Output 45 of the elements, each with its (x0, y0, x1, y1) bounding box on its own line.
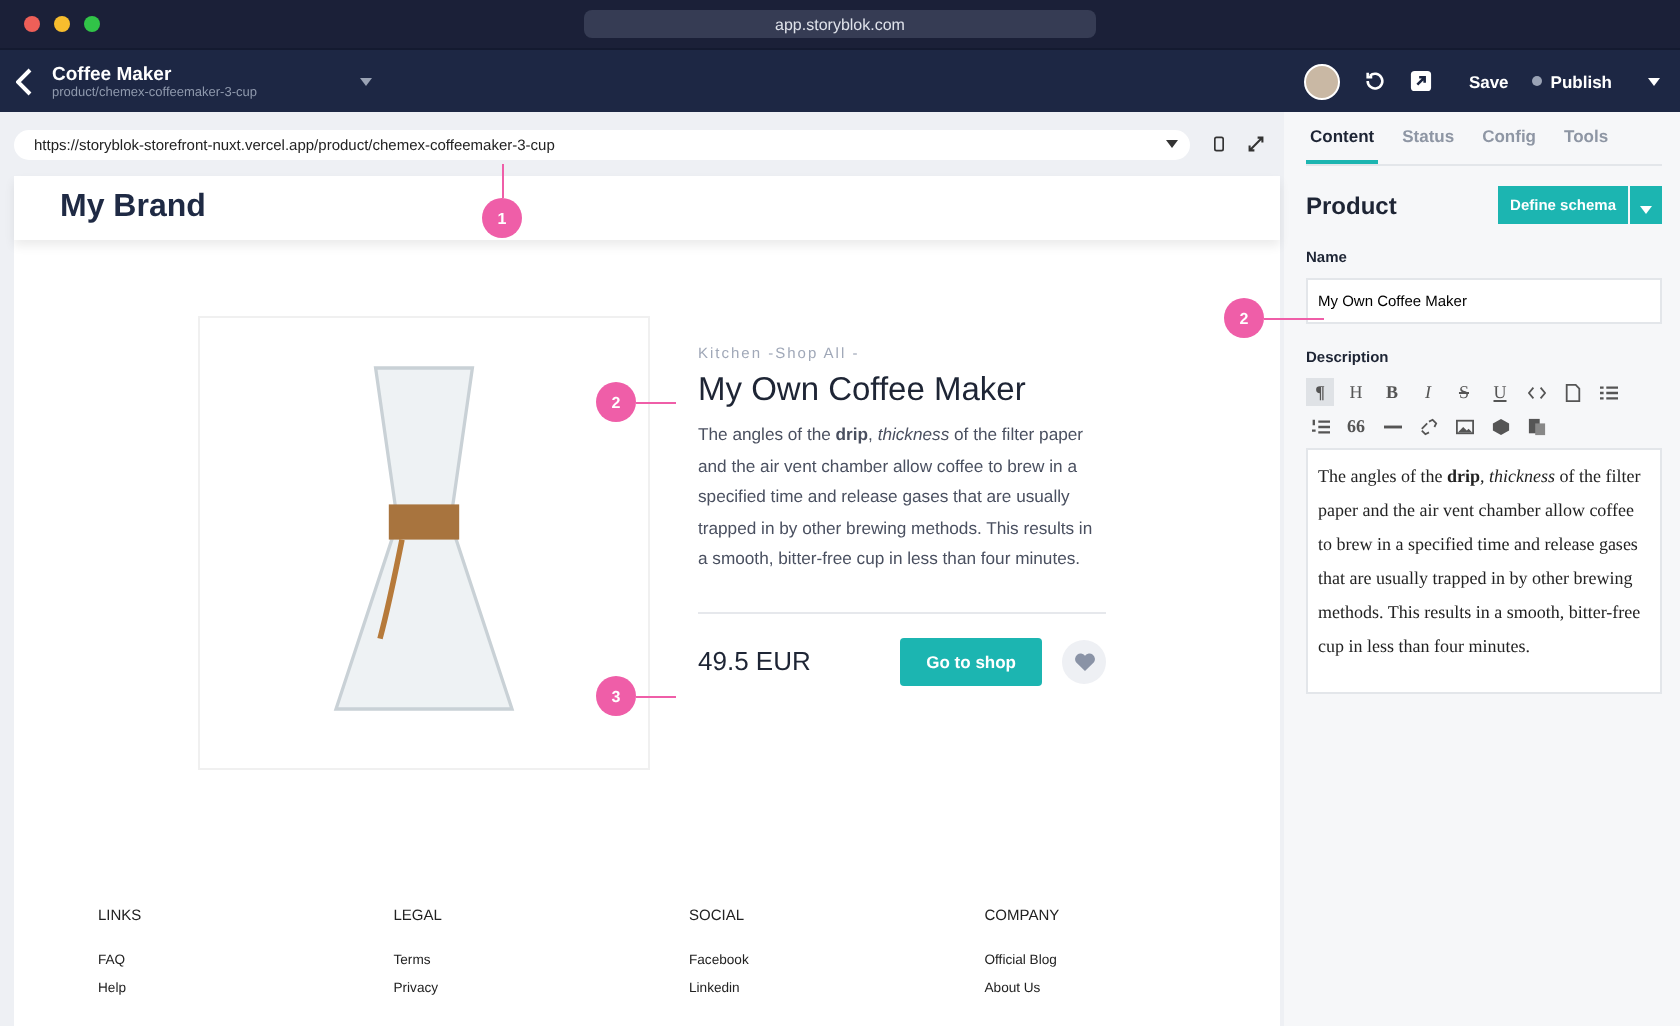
caret-icon (1640, 206, 1652, 214)
paste-icon (1527, 417, 1545, 435)
format-button[interactable]: ¶ (1306, 378, 1334, 406)
caret-icon[interactable] (360, 77, 373, 85)
caret-icon[interactable] (1648, 77, 1660, 85)
numbered-list-icon (1311, 417, 1329, 435)
save-button[interactable]: Save (1468, 71, 1509, 91)
favorite-button[interactable] (1062, 639, 1106, 683)
brand-logo[interactable]: My Brand (60, 190, 206, 226)
avatar[interactable] (1304, 63, 1341, 99)
mobile-icon[interactable] (1214, 136, 1224, 152)
document-icon (1563, 383, 1581, 401)
close-window-button[interactable] (24, 16, 40, 32)
link-icon (1419, 417, 1437, 435)
story-title: Coffee Maker (52, 63, 174, 85)
publish-button[interactable]: Publish (1532, 71, 1612, 91)
heart-icon (1073, 651, 1095, 671)
format-button[interactable]: H (1342, 378, 1370, 406)
product-price: 49.5 EUR (698, 646, 813, 676)
minimize-window-button[interactable] (54, 16, 70, 32)
image-icon (1455, 417, 1473, 435)
format-button[interactable]: U (1486, 378, 1514, 406)
zoom-window-button[interactable] (84, 16, 100, 32)
caret-icon (1166, 140, 1178, 148)
product-description: The angles of the drip, thickness of the filter paper and the air vent chamber allow coffee to brew in a specified time and release gases that are usually trapped in by other brewing methods. This results in a smooth, bitter-free cup in less than four minutes. (698, 422, 1095, 572)
panel-tab[interactable]: Content (1306, 112, 1379, 164)
external-link-icon[interactable] (1410, 70, 1433, 92)
address-bar[interactable]: app.storyblok.com (584, 10, 1096, 38)
format-button[interactable]: I (1414, 378, 1442, 406)
block-icon (1491, 417, 1509, 435)
history-icon[interactable] (1364, 70, 1387, 92)
product-title: My Own Coffee Maker (698, 372, 1028, 410)
format-button[interactable]: 66 (1342, 412, 1370, 440)
back-icon[interactable] (16, 67, 32, 95)
format-button[interactable]: S (1450, 378, 1478, 406)
collapse-icon[interactable] (1248, 136, 1264, 152)
leader-line (636, 695, 676, 697)
code-icon (1527, 383, 1545, 401)
description-editor[interactable] (1306, 448, 1662, 694)
format-button[interactable]: B (1378, 378, 1406, 406)
bullet-list-icon (1599, 383, 1617, 401)
panel-title: Product (1306, 191, 1397, 219)
leader-line (636, 401, 676, 403)
description-text: The angles of the drip, thickness of the filter paper and the air vent chamber allow coffee to brew in a specified time and release gases that are usually trapped in by other brewing methods. This results in a smooth, bitter-free cup in less than four minutes. (1318, 464, 1643, 660)
leader-line (501, 164, 503, 198)
